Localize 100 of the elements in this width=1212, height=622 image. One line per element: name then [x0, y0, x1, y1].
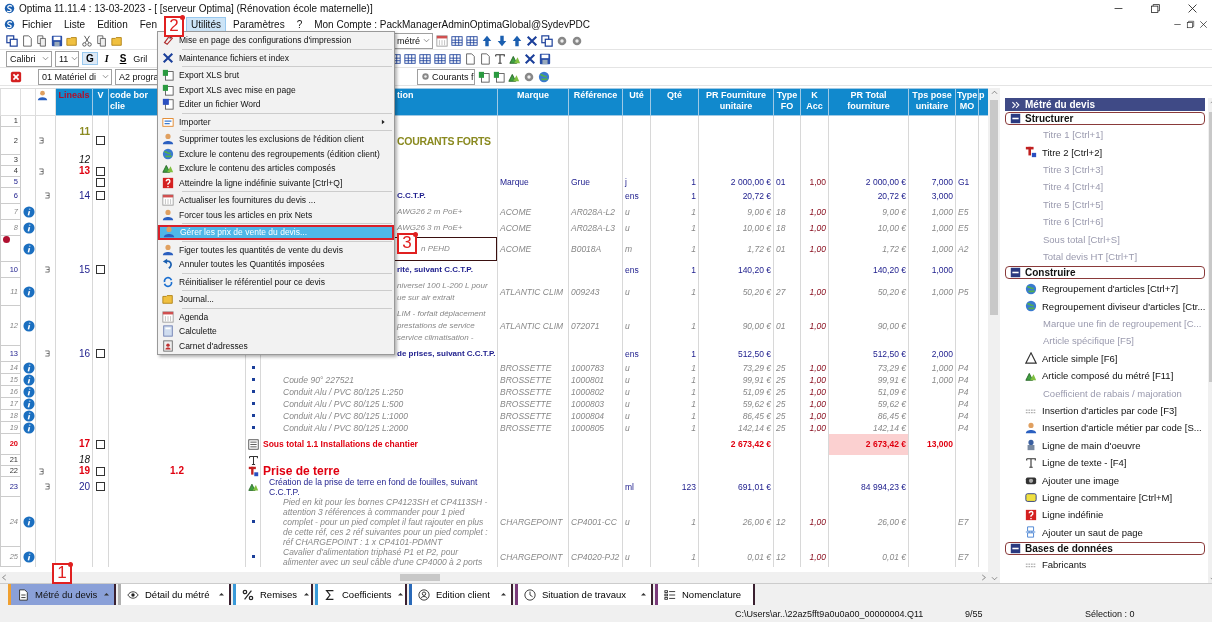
arrow-up-icon[interactable]: [511, 34, 523, 47]
menu-item[interactable]: Edition: [92, 16, 133, 32]
tab[interactable]: Détail du métré: [118, 584, 231, 605]
grid-icon[interactable]: [434, 52, 447, 65]
panel-item[interactable]: Regroupement diviseur d'articles [Ctr...: [1005, 297, 1206, 315]
grid-icon[interactable]: [466, 34, 478, 47]
close-icon[interactable]: [1187, 2, 1198, 14]
panel-item[interactable]: Insertion d'articles par code [F3]: [1005, 401, 1206, 420]
info-icon[interactable]: [23, 285, 35, 298]
windows-icon[interactable]: [541, 34, 553, 47]
collapse-icon[interactable]: [38, 466, 47, 476]
checkbox[interactable]: [96, 177, 105, 187]
menu-entry[interactable]: Carnet d'adresses: [158, 338, 394, 353]
panel-item[interactable]: Ajouter une image: [1005, 471, 1206, 489]
tab[interactable]: Situation de travaux: [515, 584, 653, 605]
windows-icon[interactable]: [6, 34, 18, 47]
checkbox[interactable]: [96, 191, 105, 200]
menu-item[interactable]: Liste: [59, 16, 91, 32]
collapse-icon[interactable]: [44, 191, 53, 200]
panel-item[interactable]: Titre 2 [Ctrl+2]: [1005, 143, 1206, 161]
grid-icon[interactable]: [419, 52, 432, 65]
menu-entry[interactable]: Atteindre la ligne indéfinie suivante [Ctrl+Q]: [158, 175, 394, 190]
info-icon[interactable]: [23, 242, 35, 255]
panel-item[interactable]: Article simple [F6]: [1005, 349, 1206, 368]
spreadsheet-icon[interactable]: [493, 70, 505, 83]
cut-icon[interactable]: [81, 34, 93, 47]
size-combo[interactable]: 11: [55, 50, 79, 67]
close-icon[interactable]: [1199, 19, 1208, 29]
save-icon[interactable]: [539, 52, 552, 65]
page-icon[interactable]: [21, 34, 33, 47]
section-header[interactable]: Structurer: [1005, 112, 1206, 125]
bold-button[interactable]: G: [82, 52, 98, 65]
panel-item[interactable]: Ligne de texte - [F4]: [1005, 454, 1206, 472]
grid-icon[interactable]: [404, 52, 417, 65]
info-icon[interactable]: [23, 397, 35, 410]
section-header[interactable]: Construire: [1005, 266, 1206, 280]
panel-item[interactable]: Ajouter un saut de page: [1005, 523, 1206, 541]
grid-icon[interactable]: [451, 34, 463, 47]
text-icon[interactable]: [494, 52, 507, 65]
menu-entry[interactable]: Maintenance fichiers et index: [158, 50, 394, 65]
menu-entry[interactable]: Importer: [158, 114, 394, 129]
panel-item[interactable]: Ligne indéfinie: [1005, 506, 1206, 524]
gear-icon[interactable]: [556, 34, 568, 47]
font-combo[interactable]: Calibri: [6, 50, 52, 67]
panel-item[interactable]: Fabricants: [1005, 556, 1206, 574]
checkbox[interactable]: [96, 466, 105, 476]
arrow-up-icon[interactable]: [481, 34, 493, 47]
spreadsheet-icon[interactable]: [478, 70, 490, 83]
copy-icon[interactable]: [36, 34, 48, 47]
tab[interactable]: Métré du devis: [8, 584, 116, 605]
info-icon[interactable]: [23, 385, 35, 398]
info-icon[interactable]: [23, 373, 35, 386]
globe-icon[interactable]: [538, 70, 550, 83]
menu-entry[interactable]: Calculette: [158, 324, 394, 339]
menu-item[interactable]: Utilités: [185, 16, 226, 32]
current-combo[interactable]: Courants f: [417, 68, 475, 85]
underline-button[interactable]: S: [115, 52, 131, 65]
restore-icon[interactable]: [1186, 19, 1195, 29]
panel-item[interactable]: Ligne de commentaire [Ctrl+M]: [1005, 488, 1206, 507]
grid-icon[interactable]: [449, 52, 462, 65]
page-icon[interactable]: [479, 52, 492, 65]
menu-item[interactable]: Fichier: [17, 16, 57, 32]
menu-entry[interactable]: Editer un fichier Word: [158, 97, 394, 112]
menu-entry[interactable]: Journal...: [158, 292, 394, 307]
info-icon[interactable]: [23, 319, 35, 332]
menu-item[interactable]: ?: [291, 16, 308, 32]
collapse-icon[interactable]: [44, 265, 53, 274]
menu-entry[interactable]: Annuler toutes les Quantités imposées: [158, 257, 394, 272]
panel-item[interactable]: Article composé du métré [F11]: [1005, 367, 1206, 385]
menu-entry[interactable]: Supprimer toutes les exclusions de l'édition client: [158, 132, 394, 147]
checkbox[interactable]: [96, 136, 105, 145]
calendar-icon[interactable]: [436, 34, 448, 47]
menu-item[interactable]: Fen: [134, 16, 162, 32]
tab[interactable]: Edition client: [409, 584, 513, 605]
section-header[interactable]: Bases de données: [1005, 542, 1206, 555]
arrow-down-icon[interactable]: [496, 34, 508, 47]
column-header[interactable]: tion: [397, 90, 496, 101]
menu-entry[interactable]: Actualiser les fournitures du devis ...: [158, 193, 394, 208]
menu-item[interactable]: Mon Compte : PackManagerAdminOptimaGlobal@SydevPDC: [309, 16, 596, 32]
collapse-icon[interactable]: [44, 482, 53, 491]
menu-entry[interactable]: Figer toutes les quantités de vente du devis: [158, 242, 394, 257]
info-icon[interactable]: [23, 550, 35, 563]
checkbox[interactable]: [96, 265, 105, 274]
page-icon[interactable]: [464, 52, 477, 65]
checkbox[interactable]: [96, 349, 105, 358]
gear-icon[interactable]: [571, 34, 583, 47]
vertical-scrollbar-thumb[interactable]: [990, 100, 998, 315]
gear-icon[interactable]: [523, 70, 535, 83]
info-icon[interactable]: [23, 205, 35, 218]
delete-icon[interactable]: [10, 70, 22, 83]
info-icon[interactable]: [23, 409, 35, 422]
info-icon[interactable]: [23, 221, 35, 234]
info-icon[interactable]: [23, 515, 35, 528]
info-icon[interactable]: [23, 421, 35, 434]
panel-item[interactable]: Insertion d'article métier par code [S...: [1005, 419, 1206, 437]
menu-entry[interactable]: Exclure le contenu des regroupements (édition client): [158, 146, 394, 161]
panel-item[interactable]: Ligne de main d'oeuvre: [1005, 436, 1206, 455]
collapse-icon[interactable]: [38, 136, 47, 145]
checkbox[interactable]: [96, 166, 105, 176]
italic-button[interactable]: I: [100, 52, 113, 65]
